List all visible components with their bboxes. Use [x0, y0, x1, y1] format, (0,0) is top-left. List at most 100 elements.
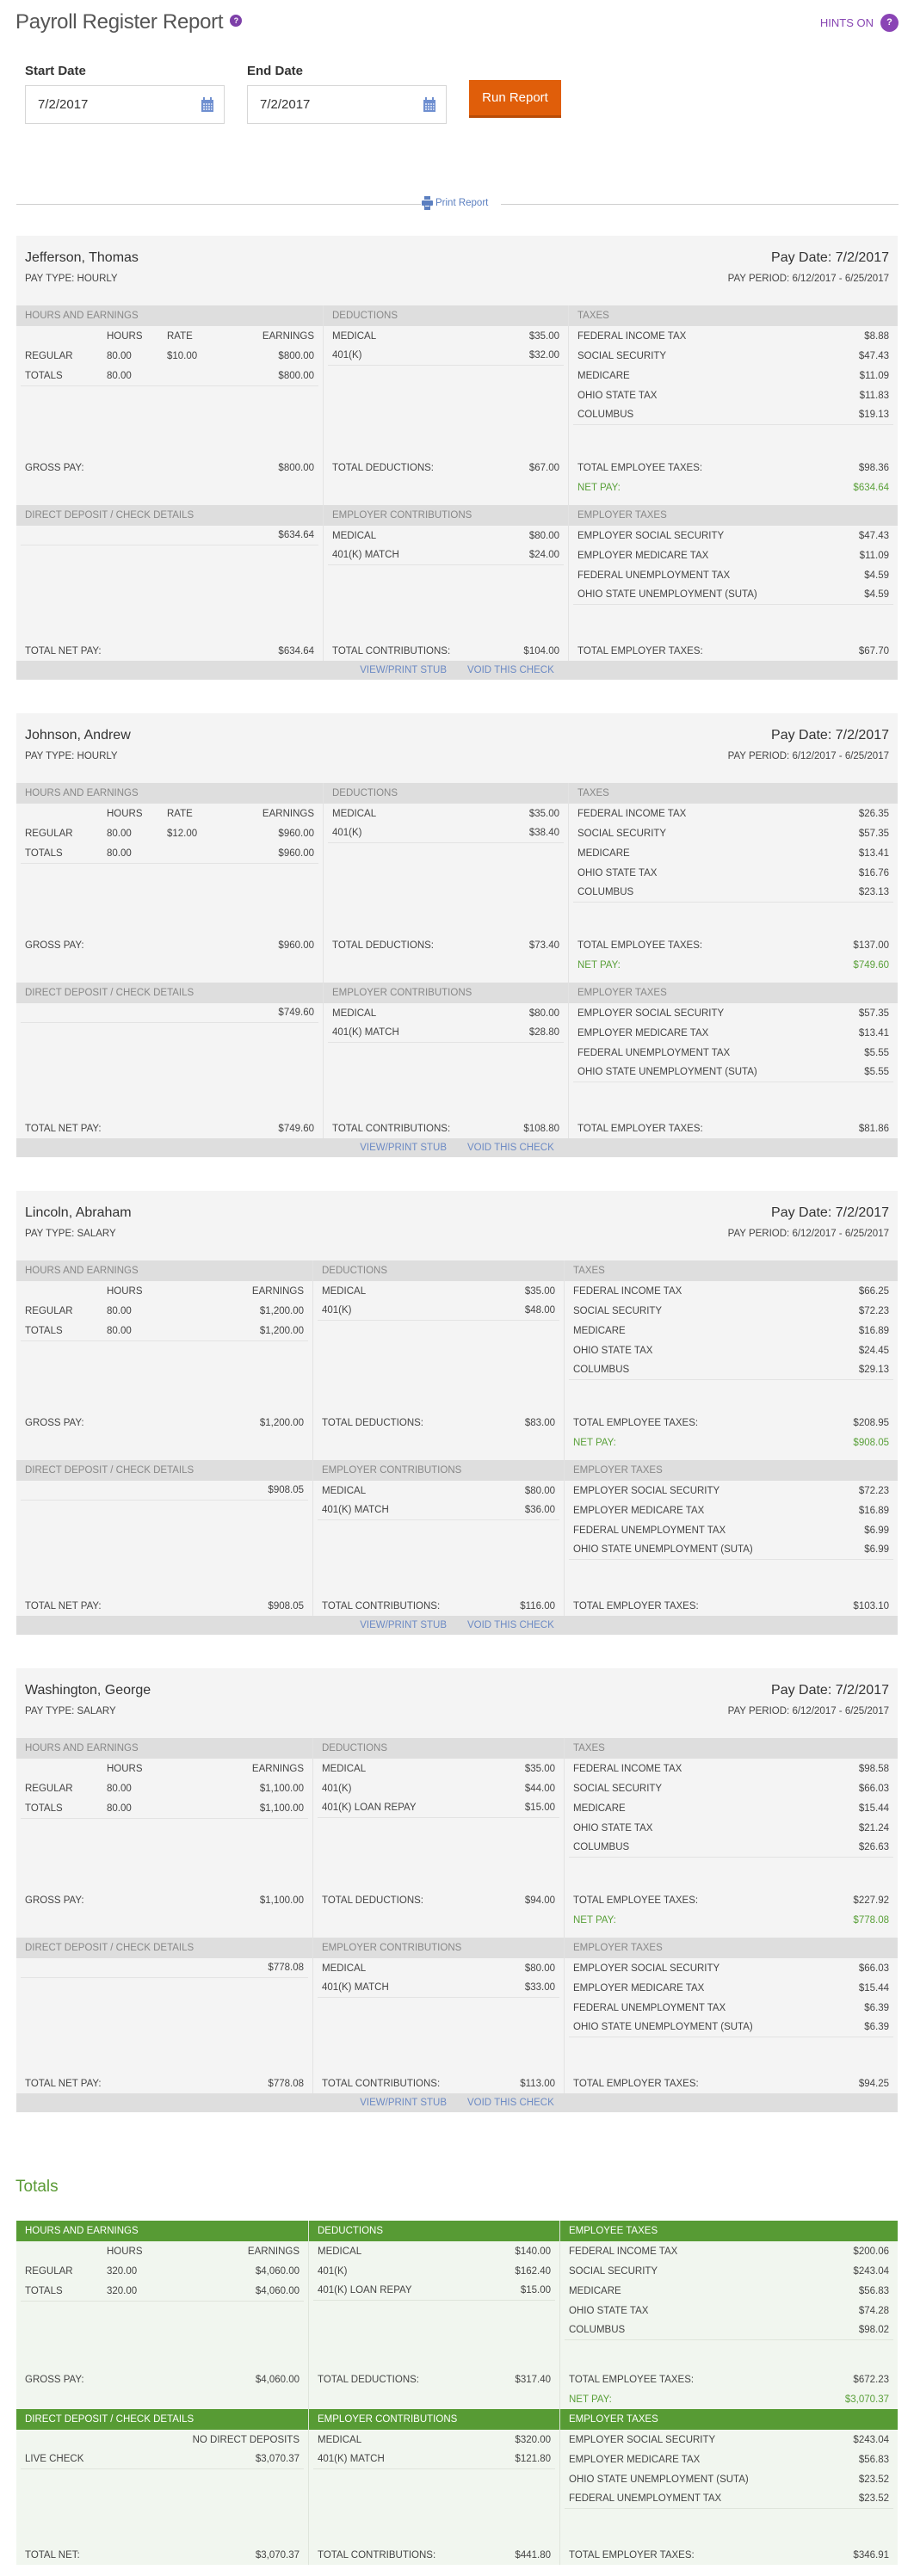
total-employer-taxes-label: TOTAL EMPLOYER TAXES: [573, 1600, 699, 1612]
help-icon[interactable]: ? [230, 14, 243, 27]
totals-row: TOTALS 80.00 $800.00 [21, 366, 318, 385]
contribution-amount: $80.00 [528, 530, 559, 541]
tax-label: COLUMBUS [569, 2325, 626, 2335]
end-date-field: End Date [247, 64, 447, 124]
total-net-pay-value: $634.64 [278, 645, 314, 656]
void-check-link[interactable]: VOID THIS CHECK [467, 665, 554, 675]
start-date-field: Start Date [25, 64, 225, 124]
direct-deposit-header: DIRECT DEPOSIT / CHECK DETAILS [16, 1460, 312, 1481]
deposit-contributions-employer-taxes: DIRECT DEPOSIT / CHECK DETAILS $749.60 TOT… [16, 983, 898, 1138]
contribution-label: MEDICAL [332, 530, 377, 541]
tax-label: MEDICARE [577, 370, 630, 381]
hours-header: HOURS [107, 330, 143, 342]
tax-row: COLUMBUS $19.13 [573, 405, 893, 425]
run-report-button[interactable]: Run Report [469, 80, 561, 118]
deduction-row: MEDICAL $35.00 [328, 326, 564, 346]
calendar-icon[interactable] [423, 97, 435, 112]
regular-hours: 80.00 [107, 1305, 132, 1316]
tax-row: COLUMBUS $23.13 [573, 883, 893, 903]
column-headers: HOURS RATE EARNINGS [21, 804, 318, 823]
print-report-link[interactable]: Print Report [422, 196, 488, 210]
view-print-stub-link[interactable]: VIEW/PRINT STUB [360, 1143, 447, 1153]
employer-taxes-body: EMPLOYER SOCIAL SECURITY $47.43 EMPLOYER M… [569, 526, 898, 661]
pay-date: Pay Date: 7/2/2017 [771, 1205, 889, 1220]
view-print-stub-link[interactable]: VIEW/PRINT STUB [360, 665, 447, 675]
total-contributions-label: TOTAL CONTRIBUTIONS: [318, 2549, 436, 2561]
earnings-deductions-taxes: HOURS AND EARNINGS HOURS EARNINGS REGULAR 80… [16, 1260, 898, 1460]
void-check-link[interactable]: VOID THIS CHECK [467, 1143, 554, 1153]
start-date-input-wrapper[interactable] [25, 85, 225, 124]
total-employer-taxes: TOTAL EMPLOYER TAXES: $94.25 [569, 2074, 893, 2093]
taxes-body: FEDERAL INCOME TAX $200.06 SOCIAL SECURITY… [560, 2241, 898, 2409]
taxes-body: FEDERAL INCOME TAX $26.35 SOCIAL SECURITY $… [569, 804, 898, 983]
gross-pay-value: $800.00 [278, 462, 314, 473]
tax-label: FEDERAL INCOME TAX [569, 2246, 678, 2257]
calendar-icon[interactable] [201, 97, 213, 112]
employer-tax-row: EMPLOYER MEDICARE TAX $13.41 [573, 1023, 893, 1043]
tax-label: SOCIAL SECURITY [577, 350, 667, 361]
view-print-stub-link[interactable]: VIEW/PRINT STUB [360, 2098, 447, 2108]
tax-row: FEDERAL INCOME TAX $98.58 [569, 1759, 893, 1778]
total-deductions-value: $67.00 [528, 462, 559, 473]
gross-pay-value: $960.00 [278, 940, 314, 951]
tax-amount: $13.41 [858, 847, 889, 859]
view-print-stub-link[interactable]: VIEW/PRINT STUB [360, 1620, 447, 1630]
deposit-list: $634.64 [16, 526, 323, 545]
employer-tax-label: EMPLOYER SOCIAL SECURITY [569, 2434, 716, 2445]
rate-header: RATE [167, 808, 193, 819]
employer-tax-label: EMPLOYER SOCIAL SECURITY [577, 530, 725, 541]
hints-label[interactable]: HINTS ON [820, 16, 874, 29]
employer-tax-amount: $6.39 [864, 2022, 889, 2032]
contribution-row: 401(K) MATCH $36.00 [318, 1501, 559, 1520]
regular-earnings: $4,060.00 [255, 2265, 300, 2277]
gross-pay: GROSS PAY: $4,060.00 [21, 2370, 304, 2389]
regular-earnings: $800.00 [278, 350, 314, 361]
direct-deposit-body: $908.05 TOTAL NET PAY: $908.05 [16, 1481, 312, 1616]
regular-rate: $10.00 [167, 350, 198, 361]
rate-header: RATE [167, 330, 193, 342]
hours-header: HOURS [107, 808, 143, 819]
tax-amount: $11.09 [859, 370, 889, 381]
total-employee-taxes-value: $137.00 [853, 940, 889, 951]
total-net-pay-label: TOTAL NET PAY: [25, 2078, 102, 2089]
employer-tax-amount: $23.52 [858, 2493, 889, 2504]
void-check-link[interactable]: VOID THIS CHECK [467, 1620, 554, 1630]
net-pay: NET PAY: $778.08 [569, 1910, 893, 1930]
end-date-input-wrapper[interactable] [247, 85, 447, 124]
hours-earnings-table: HOURS EARNINGS REGULAR 80.00 $1,200.00 TOTALS… [21, 1281, 308, 1341]
employer-taxes-column: EMPLOYER TAXES EMPLOYER SOCIAL SECURITY $7… [564, 1460, 898, 1616]
employer-tax-label: EMPLOYER SOCIAL SECURITY [573, 1963, 720, 1974]
end-date-input[interactable] [260, 97, 406, 112]
employee-name: Lincoln, Abraham [25, 1205, 132, 1220]
contribution-label: 401(K) MATCH [332, 550, 399, 560]
pay-period: PAY PERIOD: 6/12/2017 - 6/25/2017 [727, 274, 889, 284]
deduction-label: MEDICAL [318, 2246, 362, 2257]
print-report-label[interactable]: Print Report [435, 198, 488, 208]
tax-amount: $57.35 [858, 828, 889, 839]
tax-amount: $8.88 [864, 330, 889, 342]
total-employee-taxes-label: TOTAL EMPLOYEE TAXES: [573, 1895, 699, 1906]
contribution-row: 401(K) MATCH $33.00 [318, 1978, 559, 1998]
tax-label: MEDICARE [573, 1325, 626, 1336]
question-icon[interactable]: ? [880, 14, 899, 32]
deduction-row: 401(K) $44.00 [318, 1778, 559, 1798]
employer-tax-row: EMPLOYER SOCIAL SECURITY $72.23 [569, 1481, 893, 1501]
total-contributions: TOTAL CONTRIBUTIONS: $113.00 [318, 2074, 559, 2093]
deduction-label: MEDICAL [332, 808, 377, 819]
total-deductions-label: TOTAL DEDUCTIONS: [322, 1417, 423, 1428]
hints-toggle[interactable]: HINTS ON ? [820, 14, 899, 32]
employer-tax-amount: $15.44 [858, 1982, 889, 1994]
tax-label: OHIO STATE TAX [577, 390, 658, 401]
total-deductions-value: $73.40 [528, 940, 559, 951]
employer-tax-label: EMPLOYER SOCIAL SECURITY [573, 1485, 720, 1496]
deductions-body: MEDICAL $35.00 401(K) $44.00 401(K) LOAN REP… [313, 1759, 564, 1938]
deduction-list: MEDICAL $35.00 401(K) $38.40 [324, 804, 568, 843]
deduction-label: 401(K) [332, 828, 362, 838]
start-date-input[interactable] [38, 97, 184, 112]
employer-taxes-body: EMPLOYER SOCIAL SECURITY $72.23 EMPLOYER M… [565, 1481, 898, 1616]
employer-tax-list: EMPLOYER SOCIAL SECURITY $66.03 EMPLOYER M… [565, 1958, 898, 2037]
void-check-link[interactable]: VOID THIS CHECK [467, 2098, 554, 2108]
taxes-header: TAXES [569, 783, 898, 804]
deposit-row: $634.64 [21, 526, 318, 545]
net-pay: NET PAY: $908.05 [569, 1433, 893, 1452]
